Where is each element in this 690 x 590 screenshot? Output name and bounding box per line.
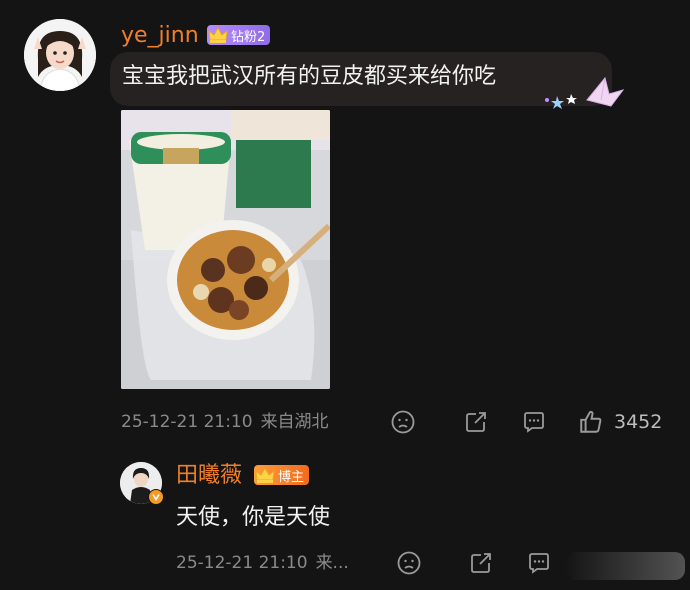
share-icon	[466, 412, 486, 432]
comment-icon	[529, 553, 549, 574]
comment-text: 宝宝我把武汉所有的豆皮都买来给你吃	[122, 64, 497, 89]
dislike-icon	[397, 551, 421, 575]
username-tian-xiwei[interactable]: 田曦薇	[176, 463, 242, 489]
like-button[interactable]: 3452	[578, 408, 670, 436]
comment-meta: 25-12-21 21:10 来自湖北	[121, 411, 329, 433]
like-icon	[580, 410, 602, 433]
dislike-button[interactable]	[390, 408, 416, 436]
comment-icon	[524, 412, 544, 433]
reply-meta: 25-12-21 21:10 来...	[176, 552, 349, 574]
reply-date: 25-12-21 21:10	[176, 553, 308, 573]
avatar-ye-jinn[interactable]	[24, 19, 96, 91]
host-badge: 博主	[254, 465, 310, 485]
comment-location: 来自湖北	[260, 412, 329, 432]
verified-icon	[148, 489, 164, 505]
dislike-icon	[391, 410, 415, 434]
comment-photo[interactable]	[121, 110, 330, 389]
comment-date: 25-12-21 21:10	[121, 412, 253, 432]
reply-button[interactable]	[520, 408, 548, 436]
badge-label: 博主	[278, 469, 305, 485]
fan-level-badge: 钻粉2	[207, 25, 271, 45]
reply-text: 天使，你是天使	[176, 505, 331, 530]
crown-icon	[255, 466, 275, 483]
share-button[interactable]	[462, 408, 490, 436]
paper-crane-icon	[543, 70, 625, 112]
like-count: 3452	[614, 411, 663, 433]
dislike-button[interactable]	[396, 549, 422, 577]
username-ye-jinn[interactable]: ye_jinn	[121, 23, 199, 49]
reply-button[interactable]	[525, 549, 553, 577]
crown-icon	[208, 26, 228, 43]
share-button[interactable]	[467, 549, 495, 577]
reply-location: 来...	[315, 553, 349, 573]
watermark-overlay	[565, 552, 685, 580]
share-icon	[471, 553, 491, 573]
badge-label: 钻粉2	[231, 29, 266, 45]
